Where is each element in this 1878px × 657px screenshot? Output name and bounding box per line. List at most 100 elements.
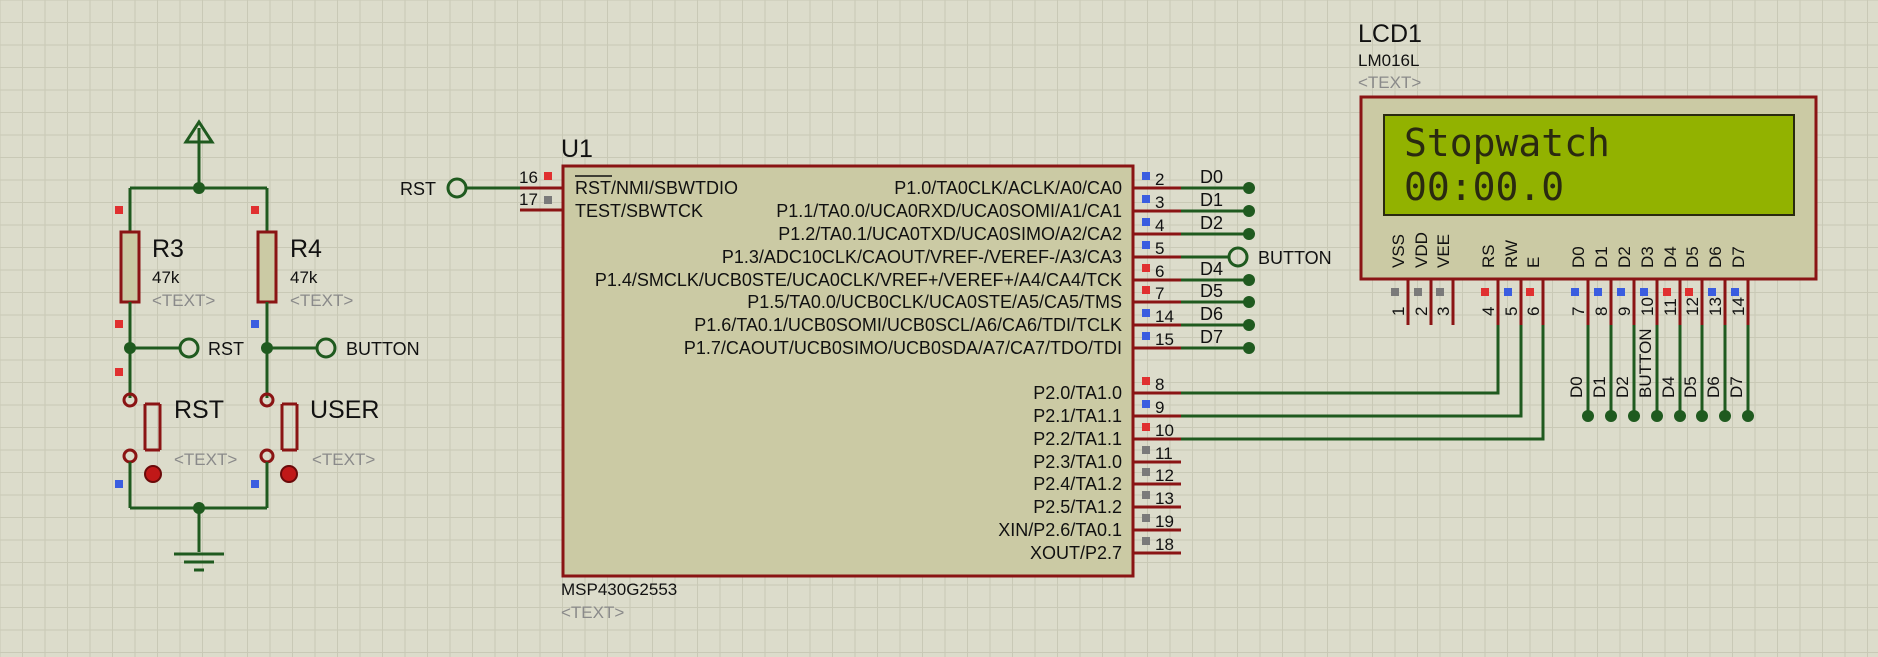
mcu-pin-name: P1.0/TA0CLK/ACLK/A0/CA0 [894,178,1122,198]
pin-marker [1142,491,1150,499]
r3-value: 47k [152,268,180,287]
net-label: D5 [1681,376,1700,398]
net-label: D0 [1567,376,1586,398]
rst-button-text-placeholder: <TEXT> [174,450,237,469]
mcu-pin-num: 9 [1155,398,1164,417]
mcu-pin-num: 6 [1155,262,1164,281]
mcu-ref: U1 [561,135,593,163]
lcd-pin-name: D4 [1661,246,1680,268]
terminal-button-label: BUTTON [346,339,420,359]
lcd-pin-name: VSS [1389,234,1408,268]
mcu-pin-name: P1.2/TA0.1/UCA0TXD/UCA0SIMO/A2/CA2 [778,224,1122,244]
lcd-ref: LCD1 [1358,20,1422,48]
mcu-pin-name: TEST/SBWTCK [575,201,703,221]
net-label: D6 [1704,376,1723,398]
mcu-pin-name: P1.6/TA0.1/UCB0SOMI/UCB0SCL/A6/CA6/TDI/T… [694,315,1122,335]
lcd-pin-name: D2 [1615,246,1634,268]
net-label: D6 [1200,304,1223,324]
mcu-pin-name: P2.5/TA1.2 [1033,497,1122,517]
up-arrow-icon[interactable] [183,119,215,188]
lcd-lm016l[interactable]: LCD1 LM016L <TEXT> Stopwatch 00:00.0 VSS… [1358,20,1818,422]
lcd-pin-num: 13 [1706,297,1725,316]
pin-marker [1142,377,1150,385]
r4-value: 47k [290,268,318,287]
pin-marker [1526,288,1534,296]
terminal-rst-label: RST [208,339,244,359]
resistor-r4[interactable]: R4 47k <TEXT> [251,206,353,398]
mcu-pin-num: 12 [1155,466,1174,485]
pin-marker [1142,195,1150,203]
pin-marker [544,172,552,180]
pin-marker [1414,288,1422,296]
mcu-pin-name: P1.1/TA0.0/UCA0RXD/UCA0SOMI/A1/CA1 [776,201,1122,221]
terminal-rst-mcu[interactable]: RST [400,177,520,199]
r4-text-placeholder: <TEXT> [290,291,353,310]
mcu-pin-name: P2.2/TA1.1 [1033,429,1122,449]
pin-marker [1481,288,1489,296]
mcu-pin-name: XOUT/P2.7 [1030,543,1122,563]
terminal-button[interactable]: BUTTON [315,337,420,359]
mcu-pin-name: P1.3/ADC10CLK/CAOUT/VREF-/VEREF-/A3/CA3 [722,247,1122,267]
net-label: D4 [1200,259,1223,279]
lcd-pin-name: RS [1479,244,1498,268]
mcu-pin-num: 19 [1155,512,1174,531]
net-label: D0 [1200,167,1223,187]
pin-marker [1617,288,1625,296]
pin-marker [1436,288,1444,296]
lcd-pin-name: D7 [1729,246,1748,268]
net-junction [1674,410,1686,422]
r3-text-placeholder: <TEXT> [152,291,215,310]
mcu-pin-num: 11 [1155,444,1173,463]
pin-marker [1594,288,1602,296]
lcd-pin-num: 11 [1661,298,1680,316]
pin-marker [544,196,552,204]
pin-marker [115,480,123,488]
mcu-pin-num: 5 [1155,239,1164,258]
net-label: D2 [1613,376,1632,398]
mcu-pin-num: 13 [1155,489,1174,508]
net-label: D1 [1590,376,1609,398]
lcd-pin-5[interactable]: RW 5 [1502,240,1523,325]
lcd-pin-num: 10 [1638,297,1657,316]
net-junction [1243,182,1255,194]
lcd-pin-4[interactable]: RS 4 [1479,244,1500,325]
lcd-pin-num: 6 [1524,307,1543,316]
lcd-pin-name: D1 [1592,246,1611,268]
pin-marker [1640,288,1648,296]
lcd-pin-num: 12 [1683,297,1702,316]
mcu-pin-name: P1.7/CAOUT/UCB0SIMO/UCB0SDA/A7/CA7/TDO/T… [684,338,1122,358]
pin-marker [1142,423,1150,431]
net-junction [1696,410,1708,422]
schematic-canvas[interactable]: R3 47k <TEXT> R4 47k <TEXT> RST BUTTON R… [0,0,1878,657]
pushbutton-rst[interactable]: RST <TEXT> [115,368,237,508]
lcd-pin-num: 9 [1615,307,1634,316]
pin-marker [115,320,123,328]
mcu-pin-name: RST/NMI/SBWTDIO [575,178,738,198]
pin-marker [1142,218,1150,226]
net-junction [1742,410,1754,422]
mcu-pin-num: 18 [1155,535,1174,554]
net-label: D1 [1200,190,1223,210]
net-junction [1243,274,1255,286]
net-junction [1243,228,1255,240]
resistor-r3[interactable]: R3 47k <TEXT> [115,206,215,398]
pin-marker [115,368,123,376]
pin-marker [1663,288,1671,296]
pin-marker [1391,288,1399,296]
lcd-pin-6[interactable]: E6 [1524,257,1545,325]
lcd-pin-name: D5 [1683,246,1702,268]
pin-marker [1142,286,1150,294]
pin-marker [251,206,259,214]
left-circuit: R3 47k <TEXT> R4 47k <TEXT> RST BUTTON R… [115,119,420,572]
net-label: BUTTON [1258,248,1332,268]
net-label: D4 [1659,376,1678,398]
mcu-pin-name: XIN/P2.6/TA0.1 [998,520,1122,540]
lcd-pin-name: E [1524,257,1543,268]
terminal-rst[interactable]: RST [178,337,244,359]
lcd-pin-name: D3 [1638,246,1657,268]
mcu-rst-terminal-label: RST [400,179,436,199]
r4-ref: R4 [290,235,322,263]
lcd-pin-name: RW [1502,240,1521,268]
net-junction [1243,342,1255,354]
mcu-pin-name: P2.0/TA1.0 [1033,383,1122,403]
